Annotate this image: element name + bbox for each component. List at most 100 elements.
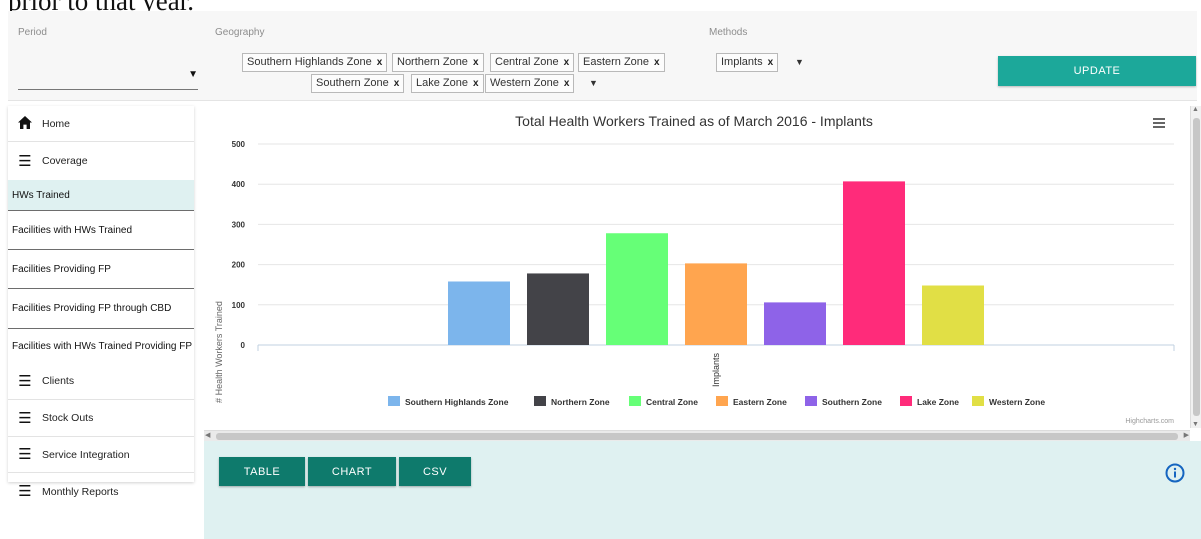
info-icon[interactable] (1165, 463, 1185, 483)
legend-label: Northern Zone (551, 397, 610, 407)
update-button[interactable]: UPDATE (998, 56, 1196, 86)
sidebar: Home ☰ Coverage HWs Trained Facilities w… (8, 106, 194, 499)
legend-swatch (716, 396, 728, 406)
sidebar-item-label: Clients (42, 375, 75, 387)
remove-chip-icon[interactable]: x (394, 78, 400, 89)
chip-label: Western Zone (490, 77, 559, 89)
sidebar-item-label: Home (42, 117, 71, 130)
bar-northern-zone[interactable] (527, 273, 589, 345)
geography-chip[interactable]: Eastern Zone x (578, 53, 665, 72)
chart-button[interactable]: CHART (308, 457, 396, 486)
scroll-right-icon[interactable]: ▶ (1184, 431, 1189, 439)
sidebar-item-facilities-hws-trained-providing-fp[interactable]: Facilities with HWs Trained Providing FP (8, 329, 194, 363)
action-panel: TABLE CHART CSV (204, 441, 1201, 539)
bar-central-zone[interactable] (606, 233, 668, 345)
period-select[interactable]: ▼ (18, 57, 198, 90)
sidebar-item-coverage[interactable]: ☰ Coverage (8, 142, 194, 180)
sidebar-item-monthly-reports[interactable]: ☰ Monthly Reports (8, 473, 194, 510)
remove-chip-icon[interactable]: x (564, 78, 570, 89)
sidebar-item-label: HWs Trained (12, 189, 70, 201)
csv-button[interactable]: CSV (399, 457, 471, 486)
remove-chip-icon[interactable]: x (473, 57, 479, 68)
methods-dropdown-icon[interactable]: ▼ (795, 57, 804, 67)
category-label: Implants (711, 352, 721, 387)
sidebar-item-hws-trained[interactable]: HWs Trained (8, 180, 194, 211)
scroll-up-icon[interactable]: ▲ (1192, 106, 1199, 113)
chevron-down-icon[interactable]: ▼ (188, 69, 198, 80)
geography-dropdown-icon[interactable]: ▼ (589, 78, 598, 88)
bar-southern-zone[interactable] (764, 302, 826, 345)
geography-chip[interactable]: Lake Zone x (411, 74, 484, 93)
legend-label: Southern Highlands Zone (405, 397, 509, 407)
legend-item[interactable]: Lake Zone (900, 396, 959, 407)
legend-item[interactable]: Western Zone (972, 396, 1045, 407)
vertical-scrollbar[interactable]: ▲ ▼ (1190, 106, 1201, 428)
sidebar-item-label: Service Integration (42, 448, 130, 461)
sidebar-item-clients[interactable]: ☰ Clients (8, 363, 194, 400)
sidebar-item-stock-outs[interactable]: ☰ Stock Outs (8, 400, 194, 437)
scroll-down-icon[interactable]: ▼ (1192, 421, 1199, 428)
y-tick-label: 100 (232, 301, 246, 310)
legend-label: Western Zone (989, 397, 1045, 407)
sidebar-item-facilities-providing-fp-cbd[interactable]: Facilities Providing FP through CBD (8, 289, 194, 329)
remove-chip-icon[interactable]: x (564, 57, 570, 68)
scroll-left-icon[interactable]: ◀ (205, 431, 210, 439)
legend-swatch (900, 396, 912, 406)
chart-menu-icon[interactable] (1153, 118, 1165, 128)
horizontal-scrollbar[interactable]: ◀ ▶ (204, 430, 1190, 441)
geography-chip[interactable]: Northern Zone x (392, 53, 484, 72)
legend-item[interactable]: Northern Zone (534, 396, 610, 407)
legend-item[interactable]: Central Zone (629, 396, 698, 407)
legend-swatch (534, 396, 546, 406)
chip-label: Southern Zone (316, 77, 389, 89)
bar-southern-highlands-zone[interactable] (448, 281, 510, 345)
legend-item[interactable]: Southern Highlands Zone (388, 396, 509, 407)
period-label: Period (18, 27, 47, 38)
y-tick-label: 300 (232, 220, 246, 229)
scroll-thumb[interactable] (1193, 118, 1200, 416)
sidebar-item-label: Coverage (42, 155, 88, 167)
legend-item[interactable]: Eastern Zone (716, 396, 787, 407)
chart-title: Total Health Workers Trained as of March… (515, 113, 873, 129)
remove-chip-icon[interactable]: x (768, 57, 774, 68)
sidebar-item-facilities-providing-fp[interactable]: Facilities Providing FP (8, 250, 194, 289)
remove-chip-icon[interactable]: x (377, 57, 383, 68)
methods-chip[interactable]: Implants x (716, 53, 779, 72)
legend-item[interactable]: Southern Zone (805, 396, 882, 407)
sidebar-item-home[interactable]: Home (8, 106, 194, 142)
legend-swatch (388, 396, 400, 406)
y-tick-label: 500 (232, 140, 246, 149)
list-icon: ☰ (18, 372, 32, 390)
y-tick-label: 400 (232, 180, 246, 189)
legend-swatch (629, 396, 641, 406)
remove-chip-icon[interactable]: x (473, 78, 479, 89)
table-button[interactable]: TABLE (219, 457, 305, 486)
sidebar-item-service-integration[interactable]: ☰ Service Integration (8, 437, 194, 473)
geography-chip[interactable]: Central Zone x (490, 53, 575, 72)
chip-label: Central Zone (495, 56, 559, 68)
legend-label: Lake Zone (917, 397, 959, 407)
bar-lake-zone[interactable] (843, 181, 905, 345)
chip-label: Implants (721, 56, 763, 68)
chart-credits[interactable]: Highcharts.com (1125, 418, 1174, 425)
chip-label: Eastern Zone (583, 56, 650, 68)
sidebar-item-label: Facilities with HWs Trained Providing FP (12, 340, 193, 352)
sidebar-item-facilities-with-hws-trained[interactable]: Facilities with HWs Trained (8, 211, 194, 250)
scroll-thumb[interactable] (216, 433, 1178, 440)
list-icon: ☰ (18, 446, 32, 463)
bar-western-zone[interactable] (922, 285, 984, 345)
legend-swatch (805, 396, 817, 406)
remove-chip-icon[interactable]: x (654, 57, 660, 68)
geography-chip[interactable]: Southern Zone x (311, 74, 405, 93)
y-tick-label: 0 (241, 341, 246, 350)
list-icon: ☰ (18, 152, 32, 170)
sidebar-item-label: Facilities Providing FP (12, 263, 111, 275)
geography-chip[interactable]: Southern Highlands Zone x (242, 53, 388, 72)
filter-bar: Period ▼ Geography Southern Highlands Zo… (8, 11, 1197, 101)
bar-eastern-zone[interactable] (685, 263, 747, 345)
legend-label: Eastern Zone (733, 397, 787, 407)
geography-chip[interactable]: Western Zone x (485, 74, 575, 93)
chip-label: Southern Highlands Zone (247, 56, 372, 68)
methods-label: Methods (709, 27, 748, 38)
legend-label: Central Zone (646, 397, 698, 407)
